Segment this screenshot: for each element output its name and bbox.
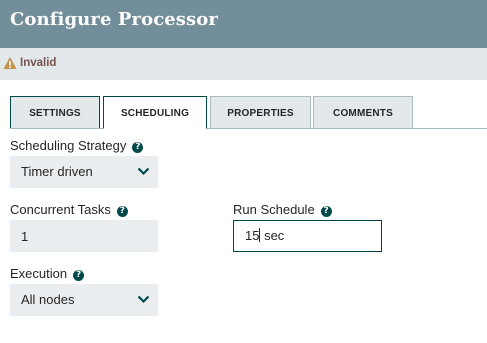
status-invalid-label: Invalid (20, 57, 57, 69)
concurrent-tasks-label: Concurrent Tasks? (10, 202, 128, 217)
execution-label: Execution? (10, 266, 85, 281)
dialog-title: Configure Processor (10, 9, 218, 30)
run-schedule-input[interactable]: 15 sec (233, 220, 382, 252)
concurrent-tasks-field[interactable]: 1 (10, 220, 158, 252)
chevron-down-icon (137, 167, 150, 176)
execution-select[interactable]: All nodes (10, 284, 158, 316)
tab-properties[interactable]: PROPERTIES (210, 96, 311, 128)
run-schedule-label: Run Schedule? (233, 202, 332, 217)
tab-settings[interactable]: SETTINGS (10, 96, 100, 128)
help-icon[interactable]: ? (116, 206, 128, 217)
tab-divider (10, 128, 487, 129)
scheduling-strategy-label: Scheduling Strategy? (10, 138, 144, 153)
help-icon[interactable]: ? (320, 206, 332, 217)
execution-value: All nodes (21, 292, 75, 307)
dialog-header: Configure Processor (0, 0, 487, 48)
tab-comments[interactable]: COMMENTS (313, 96, 413, 128)
scheduling-strategy-select[interactable]: Timer driven (10, 156, 158, 188)
warning-icon (3, 57, 17, 69)
scheduling-strategy-value: Timer driven (21, 164, 93, 179)
chevron-down-icon (137, 295, 150, 304)
validation-status-bar: Invalid (0, 48, 487, 80)
help-icon[interactable]: ? (73, 270, 85, 281)
tab-scheduling[interactable]: SCHEDULING (103, 96, 207, 129)
help-icon[interactable]: ? (132, 142, 144, 153)
